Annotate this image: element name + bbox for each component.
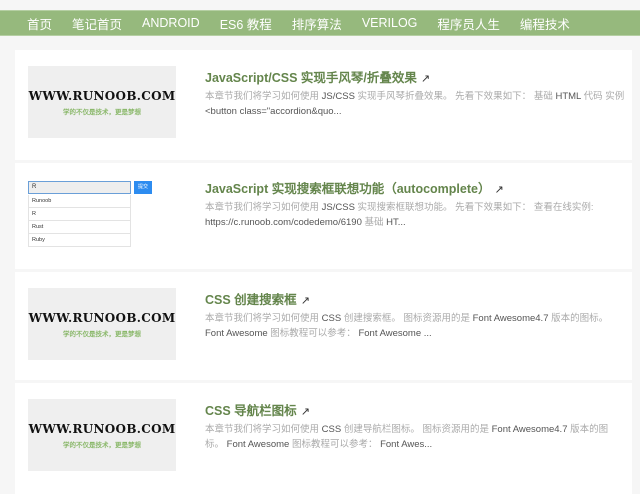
article-thumbnail[interactable]: WWW.RUNOOB.COM 学的不仅是技术，更是梦想 bbox=[28, 399, 176, 471]
external-link-icon: ↗ bbox=[300, 295, 310, 307]
desc-segment: JS/CSS bbox=[321, 91, 355, 102]
runoob-logo: WWW.RUNOOB.COM bbox=[28, 88, 176, 103]
demo-search-input: R bbox=[28, 181, 131, 194]
nav-verilog[interactable]: VERILOG bbox=[362, 16, 418, 30]
desc-segment: HTML bbox=[555, 91, 581, 102]
desc-segment: 创建搜索框。 图标资源用的是 bbox=[341, 313, 473, 324]
article-desc: 本章节我们将学习如何使用 JS/CSS 实现手风琴折叠效果。 先看下效果如下： … bbox=[205, 89, 625, 119]
nav-notes[interactable]: 笔记首页 bbox=[72, 14, 122, 33]
desc-segment: HT... bbox=[386, 217, 406, 228]
article-desc: 本章节我们将学习如何使用 CSS 创建搜索框。 图标资源用的是 Font Awe… bbox=[205, 311, 625, 341]
desc-segment: 本章节我们将学习如何使用 bbox=[205, 91, 322, 102]
demo-option: R bbox=[28, 208, 131, 221]
nav-home[interactable]: 首页 bbox=[27, 14, 52, 33]
demo-option: Rust bbox=[28, 221, 131, 234]
desc-segment: Font Awes... bbox=[380, 439, 433, 450]
article-card: WWW.RUNOOB.COM 学的不仅是技术，更是梦想 CSS 导航栏图标 ↗ 本章… bbox=[15, 383, 632, 494]
article-desc: 本章节我们将学习如何使用 CSS 创建导航栏图标。 图标资源用的是 Font A… bbox=[205, 422, 625, 452]
autocomplete-thumbnail[interactable]: R 提交 Runoob R Rust Ruby bbox=[28, 179, 178, 251]
logo-slogan: 学的不仅是技术，更是梦想 bbox=[63, 330, 141, 338]
desc-segment: 实现手风琴折叠效果。 先看下效果如下： 基础 bbox=[354, 91, 556, 102]
article-card: R 提交 Runoob R Rust Ruby JavaScript 实现搜索框… bbox=[15, 163, 632, 269]
desc-segment: Font Awesome bbox=[226, 439, 290, 450]
article-card: WWW.RUNOOB.COM 学的不仅是技术，更是梦想 CSS 创建搜索框 ↗ 本章… bbox=[15, 272, 632, 380]
article-title[interactable]: CSS 导航栏图标 ↗ bbox=[205, 400, 310, 419]
desc-segment: 实现搜索框联想功能。 先看下效果如下： 查看在线实例: bbox=[354, 202, 594, 213]
article-title[interactable]: CSS 创建搜索框 ↗ bbox=[205, 289, 310, 308]
desc-segment: 本章节我们将学习如何使用 bbox=[205, 313, 322, 324]
desc-segment: 图标教程可以参考： bbox=[289, 439, 381, 450]
desc-segment: 本章节我们将学习如何使用 bbox=[205, 202, 322, 213]
nav-android[interactable]: ANDROID bbox=[142, 16, 200, 30]
demo-option: Runoob bbox=[28, 195, 131, 208]
desc-segment: 基础 bbox=[361, 217, 387, 228]
desc-segment: 图标教程可以参考： bbox=[267, 328, 359, 339]
desc-segment: 代码 实例 bbox=[580, 91, 625, 102]
desc-segment: <button class="accordion&quo... bbox=[205, 106, 342, 117]
runoob-logo: WWW.RUNOOB.COM bbox=[28, 421, 176, 436]
article-title-link[interactable]: JavaScript 实现搜索框联想功能（autocomplete） bbox=[205, 182, 490, 196]
article-title[interactable]: JavaScript/CSS 实现手风琴/折叠效果 ↗ bbox=[205, 67, 430, 86]
article-title[interactable]: JavaScript 实现搜索框联想功能（autocomplete） ↗ bbox=[205, 178, 504, 197]
desc-segment: https://c.runoob.com/codedemo/6190 bbox=[205, 217, 362, 228]
top-nav: 首页 笔记首页 ANDROID ES6 教程 排序算法 VERILOG 程序员人… bbox=[0, 10, 640, 41]
desc-segment: Font Awesome4.7 bbox=[491, 424, 568, 435]
external-link-icon: ↗ bbox=[420, 73, 431, 85]
desc-segment: Font Awesome bbox=[205, 328, 268, 339]
desc-segment: 版本的图标。 bbox=[548, 313, 609, 324]
article-title-link[interactable]: JavaScript/CSS 实现手风琴/折叠效果 bbox=[205, 71, 417, 85]
desc-segment: Font Awesome4.7 bbox=[472, 313, 549, 324]
nav-sort[interactable]: 排序算法 bbox=[292, 14, 342, 33]
runoob-logo: WWW.RUNOOB.COM bbox=[28, 310, 176, 325]
nav-tech[interactable]: 编程技术 bbox=[520, 14, 570, 41]
desc-segment: 创建导航栏图标。 图标资源用的是 bbox=[341, 424, 492, 435]
desc-segment: JS/CSS bbox=[321, 202, 355, 213]
article-desc: 本章节我们将学习如何使用 JS/CSS 实现搜索框联想功能。 先看下效果如下： … bbox=[205, 200, 625, 230]
desc-segment: Font Awesome ... bbox=[358, 328, 432, 339]
external-link-icon: ↗ bbox=[300, 406, 310, 418]
article-card: WWW.RUNOOB.COM 学的不仅是技术，更是梦想 JavaScript/CS… bbox=[15, 50, 632, 160]
article-thumbnail[interactable]: WWW.RUNOOB.COM 学的不仅是技术，更是梦想 bbox=[28, 288, 176, 360]
demo-option: Ruby bbox=[28, 234, 131, 247]
article-title-link[interactable]: CSS 创建搜索框 bbox=[205, 293, 297, 307]
logo-slogan: 学的不仅是技术，更是梦想 bbox=[63, 441, 141, 449]
nav-life[interactable]: 程序员人生 bbox=[437, 14, 500, 33]
desc-segment: CSS bbox=[321, 313, 342, 324]
article-thumbnail[interactable]: WWW.RUNOOB.COM 学的不仅是技术，更是梦想 bbox=[28, 66, 176, 138]
demo-submit-button: 提交 bbox=[134, 181, 152, 194]
desc-segment: CSS bbox=[321, 424, 342, 435]
desc-segment: 本章节我们将学习如何使用 bbox=[205, 424, 322, 435]
external-link-icon: ↗ bbox=[494, 184, 504, 196]
logo-slogan: 学的不仅是技术，更是梦想 bbox=[63, 108, 141, 116]
nav-es6[interactable]: ES6 教程 bbox=[220, 14, 272, 33]
article-title-link[interactable]: CSS 导航栏图标 bbox=[205, 404, 297, 418]
